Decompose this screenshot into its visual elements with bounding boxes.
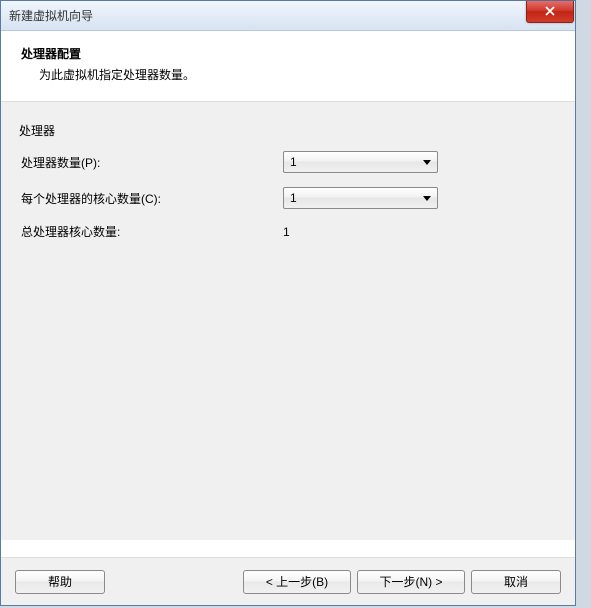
window-title: 新建虚拟机向导 <box>9 7 93 24</box>
row-cores-per-processor: 每个处理器的核心数量(C): 1 <box>19 187 557 209</box>
chevron-down-icon <box>423 196 431 201</box>
value-total-cores: 1 <box>283 225 290 239</box>
close-button[interactable] <box>526 1 574 23</box>
label-cores-per-processor: 每个处理器的核心数量(C): <box>21 190 283 207</box>
wizard-window: 新建虚拟机向导 处理器配置 为此虚拟机指定处理器数量。 处理器 处理器数量(P)… <box>0 0 576 606</box>
header-panel: 处理器配置 为此虚拟机指定处理器数量。 <box>1 31 575 102</box>
dropdown-value: 1 <box>290 155 297 169</box>
label-processor-count: 处理器数量(P): <box>21 154 283 171</box>
dropdown-cores-per-processor[interactable]: 1 <box>283 187 438 209</box>
label-total-cores: 总处理器核心数量: <box>21 223 283 240</box>
footer: 帮助 < 上一步(B) 下一步(N) > 取消 <box>1 557 575 605</box>
titlebar: 新建虚拟机向导 <box>1 1 575 31</box>
group-label-processors: 处理器 <box>19 122 557 139</box>
row-processor-count: 处理器数量(P): 1 <box>19 151 557 173</box>
dropdown-processor-count[interactable]: 1 <box>283 151 438 173</box>
cancel-button[interactable]: 取消 <box>471 570 561 594</box>
close-icon <box>544 5 556 17</box>
header-subtitle: 为此虚拟机指定处理器数量。 <box>21 66 555 83</box>
row-total-cores: 总处理器核心数量: 1 <box>19 223 557 240</box>
dropdown-value: 1 <box>290 191 297 205</box>
back-button[interactable]: < 上一步(B) <box>243 570 351 594</box>
chevron-down-icon <box>423 160 431 165</box>
header-title: 处理器配置 <box>21 45 555 62</box>
next-button[interactable]: 下一步(N) > <box>357 570 465 594</box>
help-button[interactable]: 帮助 <box>15 570 105 594</box>
content-area: 处理器 处理器数量(P): 1 每个处理器的核心数量(C): 1 总处理器核心数… <box>1 102 575 540</box>
